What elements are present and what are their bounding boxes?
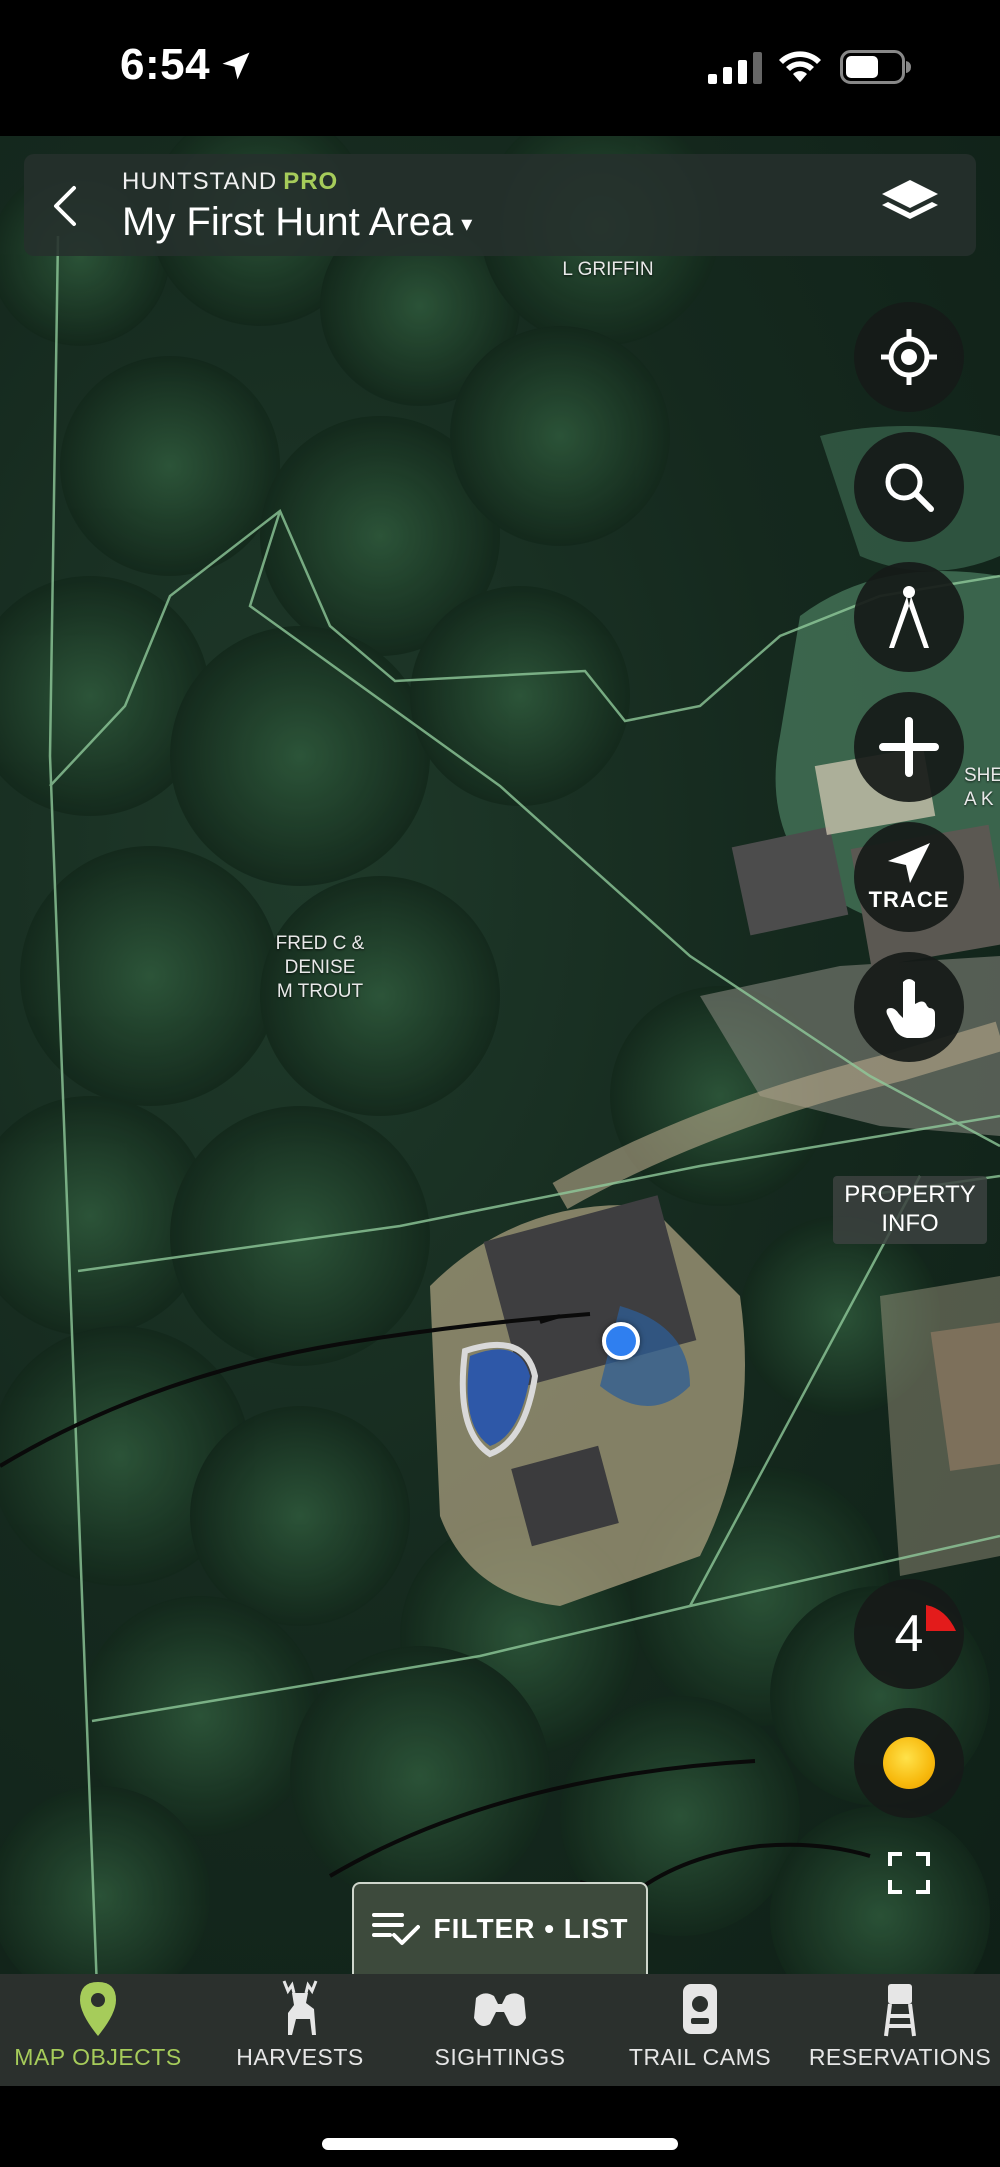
filter-list-label: FILTER • LIST <box>433 1913 629 1944</box>
property-info-label[interactable]: PROPERTY INFO <box>833 1176 987 1244</box>
filter-checklist-icon <box>371 1913 420 1945</box>
compass-divider-icon <box>889 586 929 648</box>
trace-label: TRACE <box>868 887 950 912</box>
hunt-area-title: My First Hunt Area <box>122 200 454 244</box>
trace-arrow-icon <box>888 843 930 883</box>
tab-label-map-objects: MAP OBJECTS <box>14 2044 182 2070</box>
trail-camera-icon <box>683 1984 717 2034</box>
hunt-area-selector[interactable]: My First Hunt Area ▾ <box>122 200 472 245</box>
satellite-map[interactable]: L GRIFFIN FRED C & DENISE M TROUT SHE A … <box>0 136 1000 1974</box>
sun-icon <box>883 1737 935 1789</box>
tab-label-reservations: RESERVATIONS <box>808 2044 992 2070</box>
wind-button[interactable]: 4 <box>854 1579 964 1689</box>
parcel-label-edge-line1: SHE <box>964 765 1000 786</box>
tab-reservations[interactable]: RESERVATIONS <box>800 1974 1000 2086</box>
tab-label-trail-cams: TRAIL CAMS <box>628 2044 772 2070</box>
parcel-label-griffin: L GRIFFIN <box>562 259 654 280</box>
user-location-dot <box>602 1322 640 1360</box>
locate-me-button[interactable] <box>854 302 964 412</box>
cellular-signal-icon <box>708 52 762 84</box>
layers-icon[interactable] <box>878 172 942 236</box>
wind-speed: 4 <box>894 1605 924 1663</box>
back-chevron-icon[interactable] <box>38 176 94 236</box>
fullscreen-icon[interactable] <box>886 1850 932 1896</box>
measure-button[interactable] <box>854 562 964 672</box>
parcel-label-edge-line2: A K <box>964 789 994 810</box>
parcel-label-edge: SHE A K <box>964 764 1000 812</box>
app-brand: HUNTSTAND PRO <box>122 168 338 196</box>
tab-trail-cams[interactable]: TRAIL CAMS <box>600 1974 800 2086</box>
home-indicator-area <box>0 2086 1000 2167</box>
brand-name: HUNTSTAND <box>122 168 278 195</box>
tab-map-objects[interactable]: MAP OBJECTS <box>0 1974 196 2086</box>
filter-list-button[interactable]: FILTER • LIST <box>352 1882 648 1974</box>
tab-label-harvests: HARVESTS <box>236 2044 364 2070</box>
property-info-line2: INFO <box>881 1210 939 1237</box>
bottom-tab-bar: MAP OBJECTS HARVESTS SIGHTINGS TRAIL CAM… <box>0 1974 1000 2086</box>
property-info-line1: PROPERTY <box>844 1181 976 1208</box>
wifi-icon <box>779 51 821 82</box>
parcel-label-trout-line1: FRED C & <box>275 933 365 954</box>
sun-button[interactable] <box>854 1708 964 1818</box>
tab-sightings[interactable]: SIGHTINGS <box>400 1974 600 2086</box>
crosshair-icon <box>881 329 937 385</box>
parcel-label-trout: FRED C & DENISE M TROUT <box>250 932 390 1004</box>
map-imagery <box>0 136 1000 1974</box>
status-time: 6:54 <box>120 40 211 89</box>
deer-icon <box>282 1980 318 2035</box>
property-info-button[interactable] <box>854 952 964 1062</box>
tap-hand-icon <box>886 979 935 1038</box>
tab-label-sightings: SIGHTINGS <box>434 2044 566 2070</box>
add-button[interactable] <box>854 692 964 802</box>
trace-button[interactable]: TRACE <box>854 822 964 932</box>
battery-icon <box>840 50 911 84</box>
home-indicator[interactable] <box>322 2138 678 2150</box>
parcel-label-trout-line2: DENISE <box>284 957 356 978</box>
parcel-label-trout-line3: M TROUT <box>276 981 364 1002</box>
status-bar: 6:54 <box>0 0 1000 136</box>
brand-tier: PRO <box>283 168 339 195</box>
hunt-area-header: HUNTSTAND PRO My First Hunt Area ▾ <box>24 154 976 256</box>
search-button[interactable] <box>854 432 964 542</box>
tab-harvests[interactable]: HARVESTS <box>200 1974 400 2086</box>
binoculars-icon <box>474 1993 526 2026</box>
caret-down-icon: ▾ <box>461 211 473 237</box>
location-arrow-icon <box>222 52 250 80</box>
tree-stand-icon <box>884 1984 916 2037</box>
search-icon <box>885 463 934 512</box>
map-pin-icon <box>80 1982 116 2036</box>
plus-icon <box>879 717 939 777</box>
